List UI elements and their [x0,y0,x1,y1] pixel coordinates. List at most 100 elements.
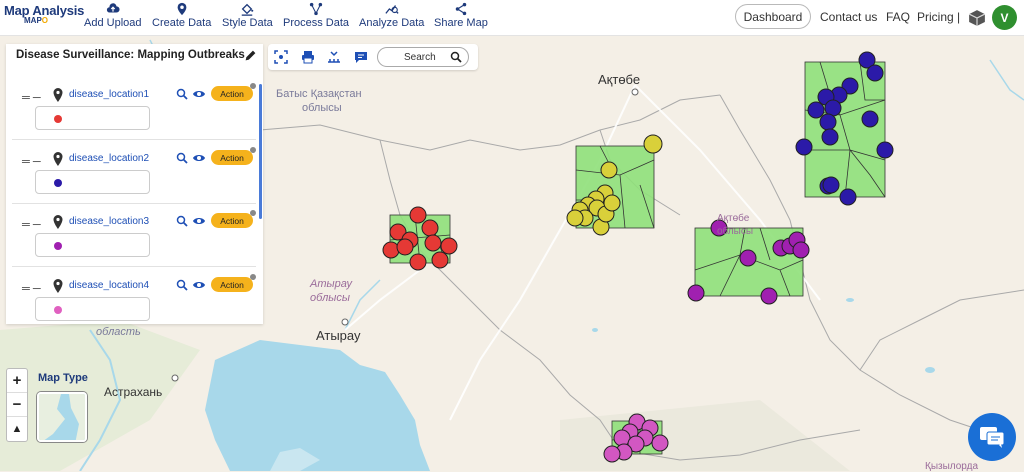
color-dot [54,242,62,250]
layer-item: ═ ─ disease_location1 Action [6,83,263,146]
paint-bucket-icon [242,3,254,16]
nav-process-data[interactable]: Process Data [283,2,349,29]
cube-3d-icon[interactable] [968,9,986,27]
layer-color-swatch[interactable] [35,106,150,130]
location-pin-icon [53,88,63,102]
astrakhan-city-dot [171,374,179,382]
compass-reset-button[interactable]: ▲ [7,417,27,441]
action-button[interactable]: Action [211,213,253,228]
search-icon [450,51,462,63]
visibility-eye-icon[interactable] [192,88,206,100]
measure-icon[interactable] [327,50,341,64]
status-dot [250,274,256,280]
print-icon[interactable] [301,50,315,64]
aktobe-city-dot [631,88,639,96]
share-icon [455,2,467,16]
map-label-oblast: область [96,326,141,338]
visibility-eye-icon[interactable] [192,215,206,227]
search-button[interactable]: Search [377,47,469,67]
nav-add-upload[interactable]: Add Upload [84,2,142,29]
chat-button[interactable] [968,413,1016,461]
nav-create-data-label: Create Data [152,17,212,29]
map-label-west-kz-2: облысы [302,102,342,114]
dashboard-button[interactable]: Dashboard [735,4,811,29]
map-label-west-kz: Батыс Қазақстан [276,88,362,100]
layer-item: ═ ─ disease_location4 Action [6,274,263,324]
layer-name[interactable]: disease_location4 [69,280,149,291]
layer-name[interactable]: disease_location2 [69,153,149,164]
analyze-chart-icon [385,5,399,14]
comment-icon[interactable] [354,50,368,64]
action-button[interactable]: Action [211,277,253,292]
status-dot [250,83,256,89]
color-dot [54,115,62,123]
zoom-to-layer-icon[interactable] [176,152,188,164]
layer-name[interactable]: disease_location3 [69,216,149,227]
layer-color-swatch[interactable] [35,297,150,321]
zoom-to-layer-icon[interactable] [176,215,188,227]
layer-item: ═ ─ disease_location3 Action [6,210,263,273]
layer-panel: Disease Surveillance: Mapping Outbreaks … [6,44,263,324]
nav-analyze-data[interactable]: Analyze Data [359,2,424,29]
map-label-kyzylorda: Қызылорда [925,461,979,472]
map-label-aktobe-region: Ақтөбе [717,213,750,224]
location-pin-icon [53,279,63,293]
layer-name[interactable]: disease_location1 [69,89,149,100]
map-label-atyrau-region-2: облысы [310,292,350,304]
user-avatar[interactable]: V [992,5,1017,30]
drag-handle-icon[interactable]: ═ ─ [22,156,41,168]
divider [12,266,256,267]
top-navbar: Map Analysis MAPO Add Upload Create Data… [0,0,1024,36]
location-pin-icon [53,152,63,166]
zoom-controls: + − ▲ [6,368,28,442]
map-type-label: Map Type [38,372,88,384]
faq-link[interactable]: FAQ [886,10,910,24]
layer-item: ═ ─ disease_location2 Action [6,147,263,210]
fullscreen-icon[interactable] [274,50,288,64]
divider [12,203,256,204]
nav-style-data[interactable]: Style Data [222,2,273,29]
nav-share-map-label: Share Map [434,17,488,29]
action-button[interactable]: Action [211,150,253,165]
color-dot [54,179,62,187]
layer-color-swatch[interactable] [35,170,150,194]
map-label-astrakhan: Астрахань [104,385,163,399]
divider [12,139,256,140]
zoom-out-button[interactable]: − [7,393,27,417]
map-toolbar: Search [268,44,478,70]
color-dot [54,306,62,314]
atyrau-city-dot [341,318,349,326]
map-title: Disease Surveillance: Mapping Outbreaks [16,49,245,61]
map-label-atyrau-city: Атырау [316,328,361,343]
contact-us-link[interactable]: Contact us [820,10,877,24]
search-label: Search [404,51,436,63]
action-button[interactable]: Action [211,86,253,101]
nav-analyze-data-label: Analyze Data [359,17,425,29]
nav-create-data[interactable]: Create Data [152,2,211,29]
map-type-selector[interactable] [37,392,87,442]
nav-process-data-label: Process Data [283,17,350,29]
layer-color-swatch[interactable] [35,233,150,257]
cloud-upload-icon [106,3,120,13]
location-pin-icon [53,215,63,229]
drag-handle-icon[interactable]: ═ ─ [22,283,41,295]
zoom-to-layer-icon[interactable] [176,88,188,100]
app-logo[interactable]: Map Analysis MAPO [4,3,84,25]
drag-handle-icon[interactable]: ═ ─ [22,219,41,231]
map-label-aktobe-region-2: облысы [717,226,754,237]
chat-bubble-icon [980,427,1005,448]
process-nodes-icon [309,2,323,16]
map-type-thumbnail [39,394,85,440]
map-pin-icon [177,2,187,16]
edit-pencil-icon[interactable] [244,49,257,62]
nav-add-upload-label: Add Upload [84,17,142,29]
pricing-link[interactable]: Pricing | [917,10,960,24]
visibility-eye-icon[interactable] [192,152,206,164]
visibility-eye-icon[interactable] [192,279,206,291]
nav-share-map[interactable]: Share Map [434,2,488,29]
zoom-to-layer-icon[interactable] [176,279,188,291]
drag-handle-icon[interactable]: ═ ─ [22,92,41,104]
status-dot [250,210,256,216]
nav-style-data-label: Style Data [222,17,273,29]
zoom-in-button[interactable]: + [7,369,27,393]
